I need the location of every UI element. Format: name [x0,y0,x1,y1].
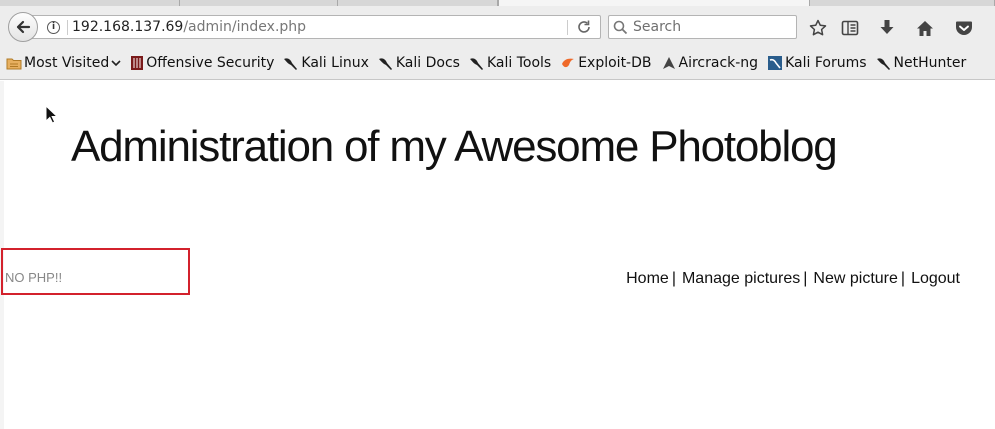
reading-list-icon [841,20,859,36]
back-arrow-icon [16,20,31,34]
mouse-cursor-icon [45,105,59,124]
search-input[interactable]: Search [608,15,797,39]
bookmark-exploit-db[interactable]: Exploit-DB [557,52,654,74]
bookmark-offensive-security[interactable]: Offensive Security [127,52,277,74]
page-title: Administration of my Awesome Photoblog [71,122,838,171]
exploit-db-icon [562,58,575,68]
kali-dragon-icon [378,58,392,70]
reading-list-button[interactable] [840,19,860,37]
menu-separator: | [900,270,906,287]
kali-dragon-icon [469,58,483,70]
url-text[interactable]: 192.168.137.69/admin/index.php [72,19,306,35]
bookmark-star-button[interactable] [808,19,828,37]
no-php-message: NO PHP!! [5,270,63,285]
navigation-toolbar: i 192.168.137.69/admin/index.php Search [0,6,995,46]
menu-new-picture-link[interactable]: New picture [811,270,899,288]
url-path: /admin/index.php [183,19,307,35]
bookmark-label: Kali Docs [395,55,460,71]
kali-dragon-icon [876,58,890,70]
menu-separator: | [671,270,676,287]
menu-logout-link[interactable]: Logout [909,270,962,288]
menu-separator: | [803,270,808,287]
bookmark-label: Kali Linux [301,55,369,71]
back-button[interactable] [8,12,38,42]
bookmarks-toolbar: Most Visited Offensive Security Kali Lin… [0,50,995,76]
bookmark-kali-forums[interactable]: Kali Forums [764,52,869,74]
kali-forums-icon [768,56,783,70]
bookmark-label: Kali Tools [486,55,552,71]
home-icon [917,20,933,36]
search-icon [613,20,628,35]
downloads-button[interactable] [877,19,897,37]
pocket-button[interactable] [954,19,974,37]
aircrack-icon [662,57,675,69]
bookmark-kali-linux[interactable]: Kali Linux [280,52,371,74]
reload-icon[interactable] [576,19,592,35]
menu-manage-pictures-link[interactable]: Manage pictures [680,270,802,288]
search-placeholder: Search [633,19,682,35]
bookmark-label: Offensive Security [146,55,275,71]
offsec-icon [131,56,144,70]
bookmark-label: Exploit-DB [578,55,652,71]
url-bar[interactable]: i 192.168.137.69/admin/index.php [30,15,601,39]
info-icon[interactable]: i [47,21,60,34]
bookmark-label: NetHunter [893,55,967,71]
bookmark-most-visited[interactable]: Most Visited [3,52,124,74]
bookmark-label: Kali Forums [785,55,867,71]
url-host: 192.168.137.69 [72,19,184,35]
bookmark-label: Aircrack-ng [678,55,759,71]
bookmark-kali-tools[interactable]: Kali Tools [466,52,554,74]
home-button[interactable] [915,19,935,37]
chevron-down-icon [111,60,121,67]
browser-chrome: i 192.168.137.69/admin/index.php Search [0,0,995,80]
bookmark-aircrack-ng[interactable]: Aircrack-ng [658,52,762,74]
download-icon [880,20,894,34]
url-divider [67,20,68,35]
bookmark-kali-docs[interactable]: Kali Docs [375,52,463,74]
reload-divider [567,20,568,35]
pocket-icon [956,21,972,35]
star-icon [809,19,827,36]
bookmark-nethunter[interactable]: NetHunter [873,52,970,74]
kali-dragon-icon [284,58,298,70]
admin-menu: Home | Manage pictures | New picture | L… [624,270,962,288]
menu-home-link[interactable]: Home [624,270,671,288]
bookmark-label: Most Visited [24,55,110,71]
folder-icon [6,58,22,70]
